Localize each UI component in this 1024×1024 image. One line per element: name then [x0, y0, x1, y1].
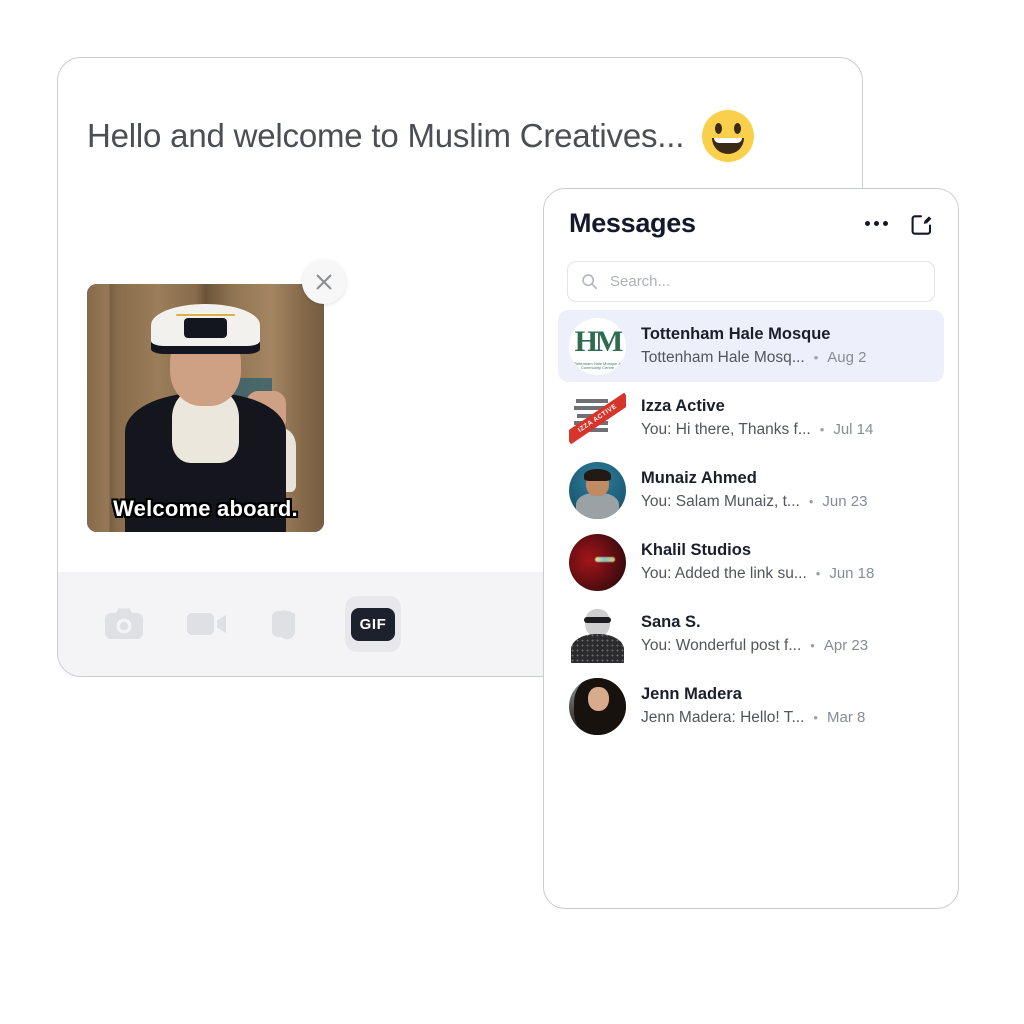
avatar-face	[584, 608, 611, 637]
conversation-name: Munaiz Ahmed	[641, 468, 757, 487]
avatar-scarf	[571, 634, 624, 663]
conversation-subline: You: Added the link su... • Jun 18	[641, 563, 933, 585]
conversation-text: Sana S. You: Wonderful post f... • Apr 2…	[641, 611, 933, 657]
conversation-name: Tottenham Hale Mosque	[641, 324, 831, 343]
conversation-row-munaiz-ahmed[interactable]: Munaiz Ahmed You: Salam Munaiz, t... • J…	[558, 454, 944, 526]
conversation-row-izza-active[interactable]: IZZA ACTIVE Izza Active You: Hi there, T…	[558, 382, 944, 454]
header-actions	[865, 212, 934, 236]
compose-message-button[interactable]	[910, 212, 934, 236]
gif-hat-brim	[176, 313, 235, 317]
conversation-preview: Jenn Madera: Hello! T...	[641, 708, 805, 726]
conversation-text: Jenn Madera Jenn Madera: Hello! T... • M…	[641, 683, 933, 729]
grinning-face-icon	[702, 110, 755, 162]
more-options-button[interactable]	[865, 221, 888, 226]
avatar	[569, 533, 626, 591]
conversation-date: Apr 23	[823, 636, 869, 654]
conversation-date: Jun 23	[822, 492, 868, 510]
compose-pencil-icon	[911, 214, 932, 235]
avatar-torso	[575, 493, 620, 519]
separator-dot: •	[813, 349, 819, 365]
conversation-text: Tottenham Hale Mosque Tottenham Hale Mos…	[641, 323, 933, 369]
conversation-row-jenn-madera[interactable]: Jenn Madera Jenn Madera: Hello! T... • M…	[558, 670, 944, 742]
avatar-highlight	[595, 557, 615, 562]
conversation-row-tottenham-hale-mosque[interactable]: HM Tottenham Hale Mosque & Community Cen…	[558, 310, 944, 382]
messages-header: Messages	[544, 189, 958, 239]
conversation-name: Jenn Madera	[641, 684, 742, 703]
video-button[interactable]	[179, 596, 235, 652]
conversation-subline: Tottenham Hale Mosq... • Aug 2	[641, 347, 933, 369]
separator-dot: •	[819, 421, 825, 437]
avatar-sunglasses	[583, 616, 612, 623]
avatar-subtext: Tottenham Hale Mosque & Community Centre	[573, 360, 622, 371]
conversation-subline: Jenn Madera: Hello! T... • Mar 8	[641, 707, 933, 729]
avatar	[569, 461, 626, 519]
conversation-date: Aug 2	[827, 348, 867, 366]
search-icon	[582, 274, 598, 290]
remove-attachment-button[interactable]	[302, 260, 346, 304]
conversation-preview: You: Salam Munaiz, t...	[641, 492, 800, 510]
separator-dot: •	[808, 493, 814, 509]
camera-button[interactable]	[96, 596, 152, 652]
gif-button[interactable]: GIF	[345, 596, 401, 652]
conversation-date: Mar 8	[826, 708, 866, 726]
conversation-row-sana-s[interactable]: Sana S. You: Wonderful post f... • Apr 2…	[558, 598, 944, 670]
gif-thumbnail[interactable]: Welcome aboard.	[87, 284, 324, 532]
conversation-preview: Tottenham Hale Mosq...	[641, 348, 805, 366]
gif-badge: GIF	[351, 607, 395, 641]
conversation-subline: You: Hi there, Thanks f... • Jul 14	[641, 419, 933, 441]
close-icon	[316, 274, 332, 290]
conversation-name: Izza Active	[641, 396, 725, 415]
separator-dot: •	[813, 709, 818, 725]
composer-headline: Hello and welcome to Muslim Creatives...	[87, 110, 755, 162]
attachment-preview: Welcome aboard.	[87, 260, 346, 532]
avatar-hair	[584, 468, 611, 482]
conversation-name: Khalil Studios	[641, 540, 752, 559]
ellipsis-icon	[865, 221, 888, 226]
paperclip-icon	[272, 610, 296, 640]
conversation-preview: You: Wonderful post f...	[641, 636, 802, 654]
attachment-button[interactable]	[262, 596, 318, 652]
gif-caption: Welcome aboard.	[113, 496, 298, 521]
avatar-face	[588, 686, 609, 711]
conversation-text: Khalil Studios You: Added the link su...…	[641, 539, 933, 585]
conversation-preview: You: Added the link su...	[641, 564, 807, 582]
avatar: IZZA ACTIVE	[569, 389, 626, 447]
search-bar[interactable]	[567, 261, 935, 302]
video-camera-icon	[187, 613, 226, 635]
separator-dot: •	[810, 637, 815, 653]
conversation-subline: You: Salam Munaiz, t... • Jun 23	[641, 491, 933, 513]
conversation-date: Jul 14	[833, 420, 874, 438]
separator-dot: •	[815, 565, 821, 581]
conversation-row-khalil-studios[interactable]: Khalil Studios You: Added the link su...…	[558, 526, 944, 598]
conversation-subline: You: Wonderful post f... • Apr 23	[641, 635, 933, 657]
conversation-preview: You: Hi there, Thanks f...	[641, 420, 811, 438]
gif-captain-hat	[150, 303, 260, 346]
messages-panel: Messages HM Tottenham Hale Mosque &	[543, 188, 959, 909]
messages-title: Messages	[569, 208, 696, 238]
avatar	[569, 677, 626, 735]
conversation-date: Jun 18	[829, 564, 875, 582]
conversation-text: Munaiz Ahmed You: Salam Munaiz, t... • J…	[641, 467, 933, 513]
conversation-list: HM Tottenham Hale Mosque & Community Cen…	[544, 310, 958, 742]
camera-icon	[105, 608, 143, 639]
conversation-text: Izza Active You: Hi there, Thanks f... •…	[641, 395, 933, 441]
search-input[interactable]	[608, 272, 921, 291]
avatar	[569, 605, 626, 663]
avatar: HM Tottenham Hale Mosque & Community Cen…	[569, 317, 626, 375]
conversation-name: Sana S.	[641, 612, 701, 631]
headline-text: Hello and welcome to Muslim Creatives...	[87, 117, 685, 154]
